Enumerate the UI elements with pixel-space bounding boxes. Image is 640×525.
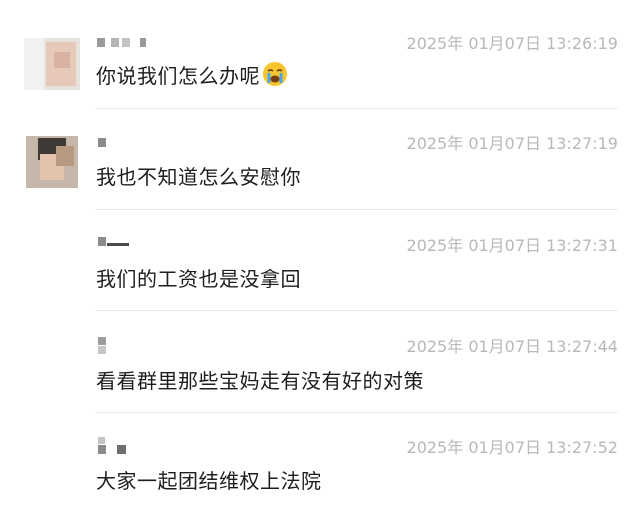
message-timestamp: 2025年 01月07日 13:27:19 [406, 134, 618, 153]
divider [95, 310, 618, 311]
message-timestamp: 2025年 01月07日 13:27:52 [406, 438, 618, 457]
message-text: 你说我们怎么办呢 [96, 60, 288, 89]
message-text: 看看群里那些宝妈走有没有好的对策 [96, 369, 424, 393]
divider [95, 108, 618, 109]
message-text: 我们的工资也是没拿回 [96, 267, 301, 291]
message-timestamp: 2025年 01月07日 13:27:44 [406, 337, 618, 356]
message-item: 2025年 01月07日 13:27:44 看看群里那些宝妈走有没有好的对策 [0, 313, 640, 414]
message-text: 我也不知道怎么安慰你 [96, 165, 301, 189]
divider [95, 412, 618, 413]
message-timestamp: 2025年 01月07日 13:26:19 [406, 34, 618, 53]
message-text: 大家一起团结维权上法院 [96, 469, 322, 493]
divider [95, 209, 618, 210]
message-item: 2025年 01月07日 13:26:19 你说我们怎么办呢 [0, 0, 640, 101]
message-item: 2025年 01月07日 13:27:31 我们的工资也是没拿回 [0, 212, 640, 313]
avatar[interactable] [24, 38, 80, 90]
message-item: 2025年 01月07日 13:27:52 大家一起团结维权上法院 [0, 414, 640, 515]
crying-face-emoji-icon [263, 62, 287, 86]
avatar[interactable] [26, 136, 78, 188]
message-item: 2025年 01月07日 13:27:19 我也不知道怎么安慰你 [0, 110, 640, 211]
message-timestamp: 2025年 01月07日 13:27:31 [406, 236, 618, 255]
